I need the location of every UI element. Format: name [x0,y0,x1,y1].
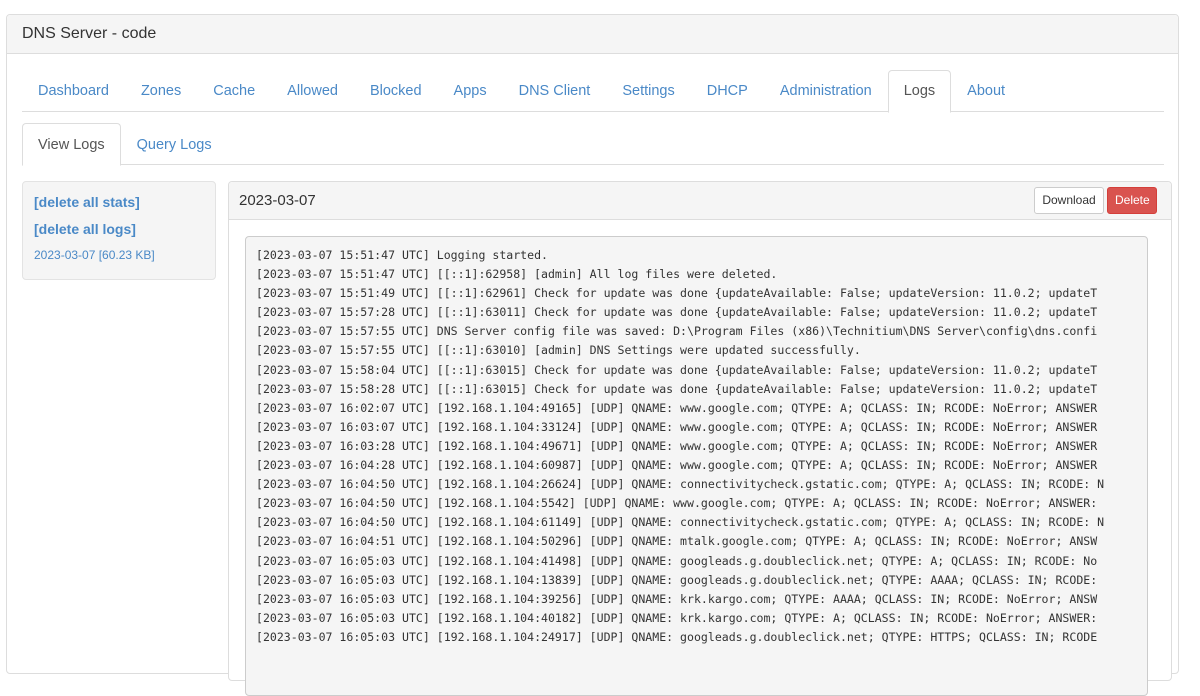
tab-zones[interactable]: Zones [125,70,197,112]
main-nav-tabs: DashboardZonesCacheAllowedBlockedAppsDNS… [22,70,1164,112]
log-line: [2023-03-07 16:05:03 UTC] [192.168.1.104… [256,571,1137,590]
log-line: [2023-03-07 16:02:07 UTC] [192.168.1.104… [256,399,1137,418]
log-line: [2023-03-07 16:04:50 UTC] [192.168.1.104… [256,475,1137,494]
log-line: [2023-03-07 16:04:50 UTC] [192.168.1.104… [256,513,1137,532]
tab-blocked[interactable]: Blocked [354,70,438,112]
log-content[interactable]: [2023-03-07 15:51:47 UTC] Logging starte… [245,236,1148,696]
log-line: [2023-03-07 16:05:03 UTC] [192.168.1.104… [256,628,1137,647]
log-line: [2023-03-07 15:57:55 UTC] [[::1]:63010] … [256,341,1137,360]
log-file-title: 2023-03-07 [239,192,316,209]
tab-query-logs[interactable]: Query Logs [121,123,228,165]
log-line: [2023-03-07 15:57:55 UTC] DNS Server con… [256,322,1137,341]
app-title: DNS Server - code [7,15,1178,54]
tab-about[interactable]: About [951,70,1021,112]
tab-view-logs[interactable]: View Logs [22,123,121,166]
tab-administration[interactable]: Administration [764,70,888,112]
tab-logs[interactable]: Logs [888,70,951,113]
log-line: [2023-03-07 16:05:03 UTC] [192.168.1.104… [256,590,1137,609]
log-line: [2023-03-07 16:04:50 UTC] [192.168.1.104… [256,494,1137,513]
tab-dhcp[interactable]: DHCP [691,70,764,112]
tab-dashboard[interactable]: Dashboard [22,70,125,112]
logs-sub-tabs: View LogsQuery Logs [22,123,1164,165]
delete-all-stats-link[interactable]: [delete all stats] [34,194,204,210]
download-button[interactable]: Download [1034,187,1104,214]
log-line: [2023-03-07 15:51:49 UTC] [[::1]:62961] … [256,284,1137,303]
log-file-link[interactable]: 2023-03-07 [60.23 KB] [34,248,204,262]
log-line: [2023-03-07 16:04:51 UTC] [192.168.1.104… [256,532,1137,551]
delete-all-logs-link[interactable]: [delete all logs] [34,221,204,237]
delete-button[interactable]: Delete [1107,187,1157,214]
log-line: [2023-03-07 16:03:28 UTC] [192.168.1.104… [256,437,1137,456]
tab-dns-client[interactable]: DNS Client [503,70,607,112]
log-viewer-panel: 2023-03-07 Download Delete [2023-03-07 1… [228,181,1172,681]
log-files-sidebar: [delete all stats] [delete all logs] 202… [22,181,216,280]
tab-apps[interactable]: Apps [438,70,503,112]
log-viewer-heading: 2023-03-07 Download Delete [229,182,1171,220]
log-line: [2023-03-07 16:03:07 UTC] [192.168.1.104… [256,418,1137,437]
top-strip [0,0,1200,14]
log-line: [2023-03-07 16:05:03 UTC] [192.168.1.104… [256,552,1137,571]
log-line: [2023-03-07 16:04:28 UTC] [192.168.1.104… [256,456,1137,475]
main-panel: DNS Server - code DashboardZonesCacheAll… [6,14,1179,674]
log-line: [2023-03-07 15:51:47 UTC] [[::1]:62958] … [256,265,1137,284]
log-line: [2023-03-07 16:05:03 UTC] [192.168.1.104… [256,609,1137,628]
log-line: [2023-03-07 15:58:04 UTC] [[::1]:63015] … [256,361,1137,380]
tab-cache[interactable]: Cache [197,70,271,112]
log-line: [2023-03-07 15:58:28 UTC] [[::1]:63015] … [256,380,1137,399]
tab-settings[interactable]: Settings [606,70,690,112]
log-line: [2023-03-07 15:57:28 UTC] [[::1]:63011] … [256,303,1137,322]
log-line: [2023-03-07 15:51:47 UTC] Logging starte… [256,246,1137,265]
tab-allowed[interactable]: Allowed [271,70,354,112]
